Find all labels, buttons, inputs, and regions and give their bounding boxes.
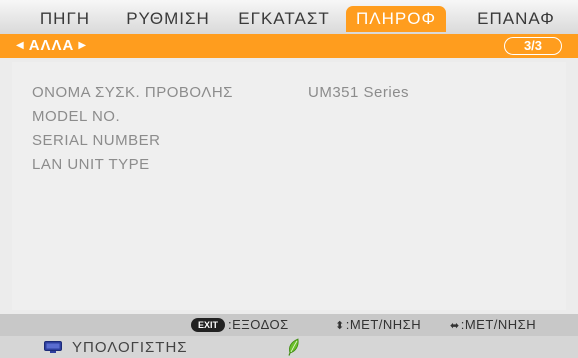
info-row-label: SERIAL NUMBER (32, 132, 161, 149)
tab-setup[interactable]: ΡΥΘΜΙΣΗ (112, 6, 224, 32)
left-arrow-icon[interactable]: ◀ (16, 37, 25, 55)
submenu-header: ◀ ΑΛΛΑ ▶ 3/3 (0, 34, 578, 58)
status-bar: ΥΠΟΛΟΓΙΣΤΗΣ (0, 336, 578, 358)
info-row: SERIAL NUMBER (32, 130, 272, 152)
leftright-arrow-icon: ⬌ (450, 320, 460, 332)
key-hint-bar: EXIT :ΕΞΟΔΟΣ ⬍:ΜΕΤ/ΝΗΣΗ ⬌:ΜΕΤ/ΝΗΣΗ (0, 314, 578, 336)
info-panel: ΟΝΟΜΑ ΣΥΣΚ. ΠΡΟΒΟΛΗΣ UM351 Series MODEL … (12, 62, 566, 310)
info-row: LAN UNIT TYPE (32, 154, 272, 176)
page-indicator: 3/3 (504, 37, 562, 55)
monitor-icon (44, 341, 62, 353)
menu-tabs: ΠΗΓΗ ΡΥΘΜΙΣΗ ΕΓΚΑΤΑΣΤ ΠΛΗΡΟΦ ΕΠΑΝΑΦ (0, 0, 578, 34)
input-source-label: ΥΠΟΛΟΓΙΣΤΗΣ (72, 339, 188, 356)
exit-key-badge: EXIT (191, 318, 225, 332)
info-row-value: UM351 Series (308, 84, 410, 101)
info-row-label: LAN UNIT TYPE (32, 156, 150, 173)
leaf-icon (288, 338, 299, 356)
updown-hint: ⬍:ΜΕΤ/ΝΗΣΗ (335, 317, 421, 333)
info-row-label: MODEL NO. (32, 108, 121, 125)
updown-hint-label: :ΜΕΤ/ΝΗΣΗ (345, 317, 422, 332)
tab-installation[interactable]: ΕΓΚΑΤΑΣΤ (230, 6, 338, 32)
updown-arrow-icon: ⬍ (335, 320, 345, 332)
right-arrow-icon[interactable]: ▶ (78, 37, 87, 55)
info-row: ΟΝΟΜΑ ΣΥΣΚ. ΠΡΟΒΟΛΗΣ UM351 Series (32, 82, 472, 104)
leftright-hint-label: :ΜΕΤ/ΝΗΣΗ (460, 317, 537, 332)
exit-hint: :ΕΞΟΔΟΣ (228, 317, 289, 332)
submenu-title-label: ΑΛΛΑ (28, 37, 75, 54)
tab-source[interactable]: ΠΗΓΗ (28, 6, 102, 32)
leftright-hint: ⬌:ΜΕΤ/ΝΗΣΗ (450, 317, 536, 333)
tab-reset[interactable]: ΕΠΑΝΑΦ (466, 6, 566, 32)
tab-info[interactable]: ΠΛΗΡΟΦ (346, 6, 446, 32)
submenu-title[interactable]: ◀ ΑΛΛΑ ▶ (12, 37, 91, 55)
projector-osd: ΠΗΓΗ ΡΥΘΜΙΣΗ ΕΓΚΑΤΑΣΤ ΠΛΗΡΟΦ ΕΠΑΝΑΦ ◀ ΑΛΛ… (0, 0, 578, 358)
info-row-label: ΟΝΟΜΑ ΣΥΣΚ. ΠΡΟΒΟΛΗΣ (32, 84, 233, 101)
info-row: MODEL NO. (32, 106, 272, 128)
